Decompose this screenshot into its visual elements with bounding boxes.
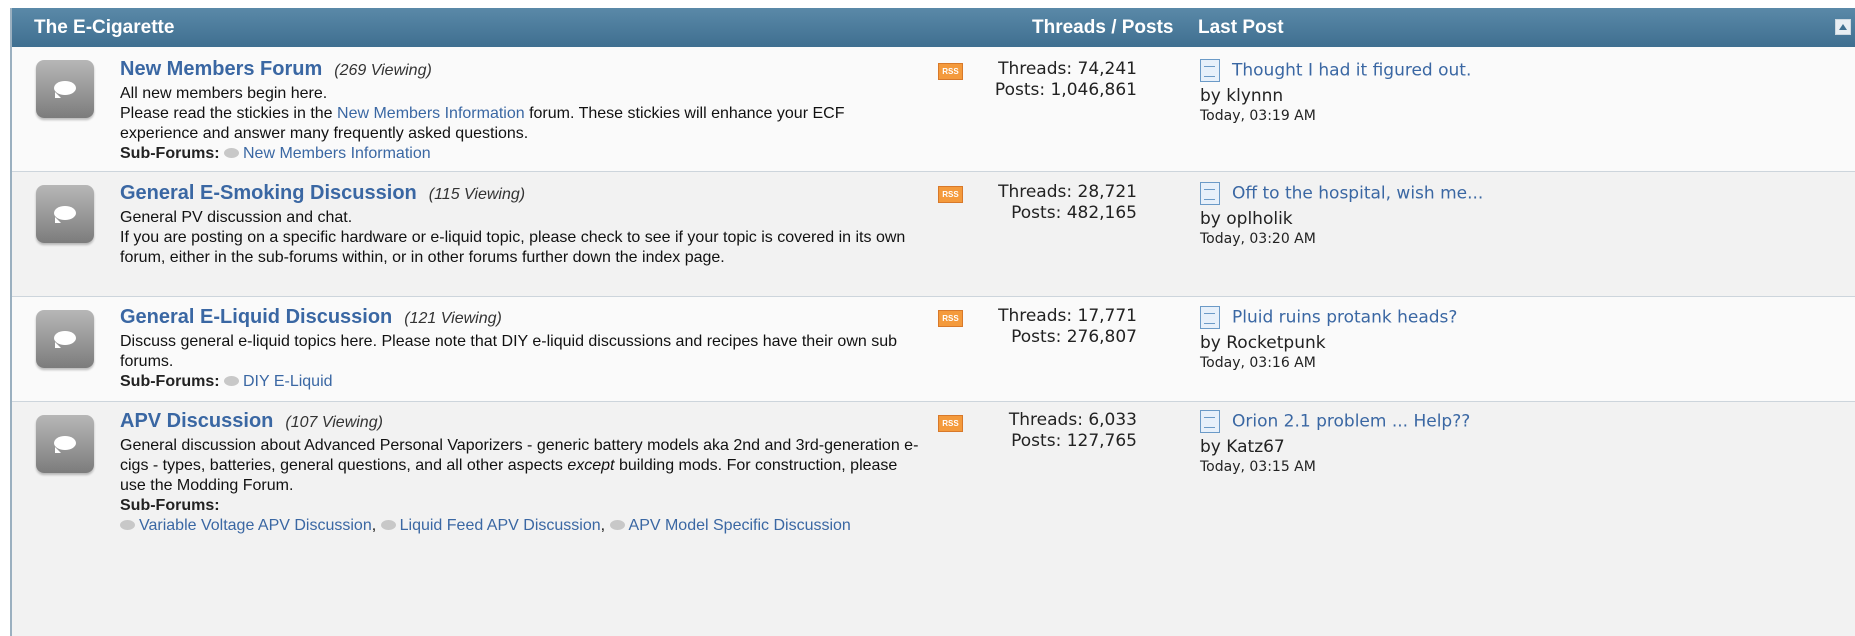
threads-count: Threads: 6,033 [1008, 410, 1137, 430]
forum-title-link[interactable]: General E-Liquid Discussion [120, 306, 392, 328]
last-post-title[interactable]: Thought I had it figured out. [1232, 61, 1471, 81]
forum-stats: Threads: 6,033 Posts: 127,765 [972, 410, 1137, 452]
subforum-icon [224, 147, 239, 158]
forum-title: New Members Forum (269 Viewing) [120, 58, 432, 81]
forum-status-icon [36, 60, 94, 118]
subforums: Variable Voltage APV Discussion, Liquid … [120, 516, 920, 536]
category-header: The E-Cigarette Threads / Posts Last Pos… [12, 8, 1855, 47]
threads-posts-header: Threads / Posts [1032, 17, 1174, 38]
forum-stats: Threads: 17,771 Posts: 276,807 [972, 306, 1137, 348]
description-line: Please read the stickies in the New Memb… [120, 104, 920, 144]
document-icon [1200, 59, 1220, 82]
subforum-link[interactable]: Liquid Feed APV Discussion [400, 517, 601, 534]
viewing-count: (121 Viewing) [404, 310, 502, 327]
subforum-icon [609, 519, 625, 530]
subforum-link[interactable]: Variable Voltage APV Discussion [139, 517, 372, 534]
viewing-count: (107 Viewing) [285, 414, 383, 431]
subforums-label: Sub-Forums: [120, 145, 220, 162]
subforums-label: Sub-Forums: [120, 497, 220, 514]
forum-title-link[interactable]: General E-Smoking Discussion [120, 182, 417, 204]
description-line: General PV discussion and chat. [120, 209, 353, 226]
category-title[interactable]: The E-Cigarette [34, 17, 174, 39]
forum-description: General discussion about Advanced Person… [120, 436, 920, 536]
last-post-author[interactable]: by Katz67 [1200, 437, 1470, 457]
last-post: Pluid ruins protank heads? by Rocketpunk… [1200, 306, 1457, 371]
rss-icon[interactable]: RSS [938, 63, 963, 80]
forum-row: General E-Liquid Discussion (121 Viewing)… [12, 297, 1855, 402]
last-post: Thought I had it figured out. by klynnn … [1200, 59, 1471, 124]
posts-count: Posts: 127,765 [1011, 431, 1137, 451]
description-line: If you are posting on a specific hardwar… [120, 229, 906, 266]
subforum-icon [380, 519, 396, 530]
rss-icon[interactable]: RSS [938, 415, 963, 432]
forum-title: General E-Smoking Discussion (115 Viewing… [120, 182, 525, 205]
forum-status-icon [36, 415, 94, 473]
last-post-title[interactable]: Pluid ruins protank heads? [1232, 308, 1457, 328]
forum-description: General PV discussion and chat. If you a… [120, 208, 920, 268]
document-icon [1200, 306, 1220, 329]
forum-title-link[interactable]: New Members Forum [120, 58, 322, 80]
document-icon [1200, 182, 1220, 205]
last-post-header: Last Post [1198, 17, 1284, 38]
forum-stats: Threads: 28,721 Posts: 482,165 [972, 182, 1137, 224]
subforums: Sub-Forums: DIY E-Liquid [120, 372, 920, 392]
last-post-author[interactable]: by oplholik [1200, 209, 1483, 229]
rss-icon[interactable]: RSS [938, 186, 963, 203]
description-emphasis: except [567, 457, 615, 474]
last-post-author[interactable]: by klynnn [1200, 86, 1471, 106]
last-post-title[interactable]: Off to the hospital, wish me... [1232, 184, 1483, 204]
last-post-time: Today, 03:16 AM [1200, 355, 1316, 371]
subforum-link[interactable]: APV Model Specific Discussion [629, 517, 851, 534]
forum-stats: Threads: 74,241 Posts: 1,046,861 [972, 59, 1137, 101]
new-members-info-link[interactable]: New Members Information [337, 105, 525, 122]
forum-category: The E-Cigarette Threads / Posts Last Pos… [10, 8, 1855, 636]
forum-row: APV Discussion (107 Viewing) General disc… [12, 402, 1855, 636]
threads-count: Threads: 74,241 [998, 59, 1137, 79]
subforum-icon [120, 519, 135, 530]
viewing-count: (269 Viewing) [334, 62, 432, 79]
posts-count: Posts: 482,165 [1011, 203, 1137, 223]
threads-count: Threads: 17,771 [998, 306, 1137, 326]
forum-description: Discuss general e-liquid topics here. Pl… [120, 332, 920, 392]
subforum-icon [224, 375, 239, 386]
last-post-time: Today, 03:15 AM [1200, 459, 1316, 475]
forum-row: General E-Smoking Discussion (115 Viewing… [12, 172, 1855, 297]
posts-count: Posts: 1,046,861 [994, 80, 1137, 100]
description-line: General discussion about Advanced Person… [120, 436, 920, 496]
subforum-link[interactable]: DIY E-Liquid [243, 373, 333, 390]
description-line: All new members begin here. [120, 85, 328, 102]
subforums-label: Sub-Forums: [120, 373, 220, 390]
forum-title: APV Discussion (107 Viewing) [120, 410, 383, 433]
collapse-icon[interactable] [1835, 19, 1851, 35]
forum-row: New Members Forum (269 Viewing) All new m… [12, 47, 1855, 172]
last-post-time: Today, 03:19 AM [1200, 108, 1316, 124]
forum-status-icon [36, 310, 94, 368]
description-line: Discuss general e-liquid topics here. Pl… [120, 333, 898, 370]
document-icon [1200, 410, 1220, 433]
viewing-count: (115 Viewing) [428, 186, 526, 203]
description-text: Please read the stickies in the [120, 105, 338, 122]
forum-status-icon [36, 185, 94, 243]
threads-count: Threads: 28,721 [998, 182, 1137, 202]
last-post-title[interactable]: Orion 2.1 problem ... Help?? [1232, 412, 1470, 432]
forum-description: All new members begin here. Please read … [120, 84, 920, 164]
last-post-time: Today, 03:20 AM [1200, 231, 1316, 247]
forum-title-link[interactable]: APV Discussion [120, 410, 273, 432]
rss-icon[interactable]: RSS [938, 310, 963, 327]
last-post-author[interactable]: by Rocketpunk [1200, 333, 1457, 353]
subforums: Sub-Forums: New Members Information [120, 144, 920, 164]
last-post: Orion 2.1 problem ... Help?? by Katz67 T… [1200, 410, 1470, 475]
posts-count: Posts: 276,807 [1011, 327, 1137, 347]
subforum-link[interactable]: New Members Information [243, 145, 431, 162]
forum-title: General E-Liquid Discussion (121 Viewing) [120, 306, 502, 329]
last-post: Off to the hospital, wish me... by oplho… [1200, 182, 1483, 247]
